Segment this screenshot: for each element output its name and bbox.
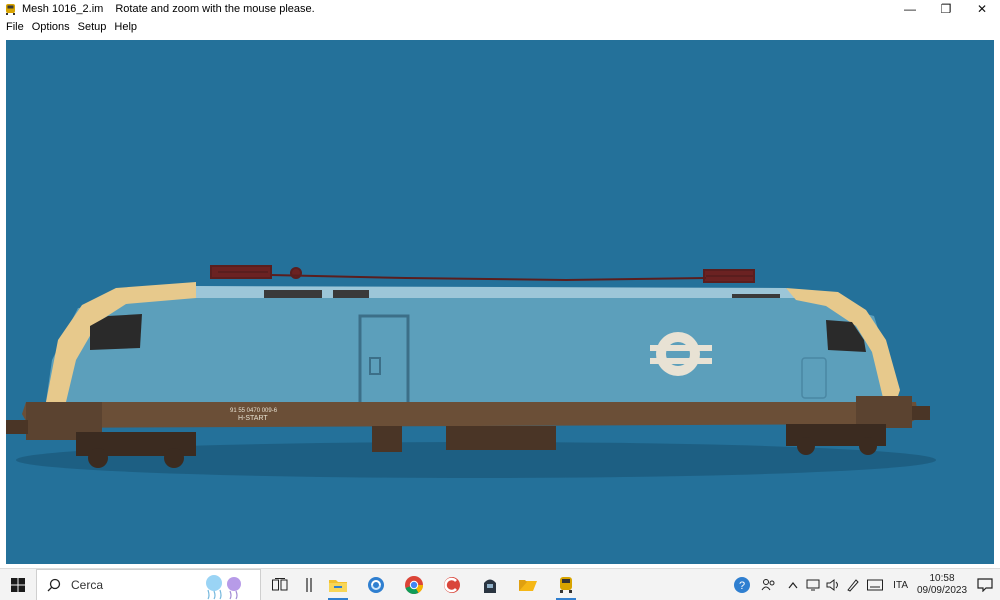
- clock-time: 10:58: [929, 573, 955, 584]
- locomotive-model: 91 55 0470 009-6 H-START: [6, 265, 936, 478]
- roof-cable: [270, 274, 707, 282]
- 3d-viewport[interactable]: 91 55 0470 009-6 H-START: [6, 40, 994, 564]
- pantograph-right: [703, 269, 755, 283]
- title-bar: Mesh 1016_2.im Rotate and zoom with the …: [0, 0, 1000, 18]
- underfloor-box: [372, 426, 402, 452]
- clock[interactable]: 10:58 09/09/2023: [914, 573, 970, 597]
- buffer-right: [912, 406, 930, 420]
- menu-options[interactable]: Options: [29, 21, 75, 33]
- window-title: Mesh 1016_2.im: [22, 3, 104, 15]
- buffer-left: [6, 420, 28, 434]
- search-placeholder: Cerca: [71, 577, 104, 592]
- menu-bar: File Options Setup Help: [0, 18, 1000, 36]
- locomotive-body: [46, 298, 898, 402]
- people-icon[interactable]: [755, 569, 783, 600]
- windows-start-button[interactable]: [0, 569, 36, 600]
- taskbar: Cerca ? ITA 10:58 09/09/2023: [0, 568, 1000, 600]
- volume-icon[interactable]: [823, 569, 843, 600]
- underframe: [22, 402, 918, 428]
- ccleaner-icon[interactable]: [433, 569, 471, 600]
- clock-date: 09/09/2023: [916, 585, 968, 596]
- menu-file[interactable]: File: [3, 21, 29, 33]
- keyboard-icon[interactable]: [863, 569, 887, 600]
- underfloor-tank: [446, 426, 556, 450]
- svg-text:?: ?: [739, 580, 745, 592]
- window-message: Rotate and zoom with the mouse please.: [115, 3, 315, 15]
- sync-app-icon[interactable]: [357, 569, 395, 600]
- language-indicator[interactable]: ITA: [893, 580, 908, 591]
- loco-number-text: 91 55 0470 009-6: [230, 408, 278, 414]
- chevron-up-icon[interactable]: [783, 569, 803, 600]
- close-button[interactable]: ✕: [964, 0, 1000, 18]
- pen-icon[interactable]: [843, 569, 863, 600]
- buffer-beam-right: [856, 396, 912, 428]
- menu-help[interactable]: Help: [111, 21, 142, 33]
- jellyfish-icon: [206, 574, 241, 599]
- restore-button[interactable]: ❐: [928, 0, 964, 18]
- loco-name-text: H-START: [238, 415, 268, 422]
- mesh-viewer-icon[interactable]: [547, 569, 585, 600]
- minimize-button[interactable]: —: [892, 0, 928, 18]
- search-icon: [47, 578, 61, 591]
- search-input[interactable]: Cerca: [36, 568, 261, 600]
- system-tray: ? ITA 10:58 09/09/2023: [729, 569, 1000, 600]
- folder-app-icon[interactable]: [509, 569, 547, 600]
- chrome-icon[interactable]: [395, 569, 433, 600]
- widgets-icon[interactable]: [299, 569, 319, 600]
- menu-setup[interactable]: Setup: [75, 21, 112, 33]
- task-view-icon[interactable]: [261, 569, 299, 600]
- help-app-icon[interactable]: ?: [729, 569, 755, 600]
- file-explorer-icon[interactable]: [319, 569, 357, 600]
- network-icon[interactable]: [803, 569, 823, 600]
- train-app-icon[interactable]: [471, 569, 509, 600]
- notification-icon[interactable]: [970, 569, 1000, 600]
- train-app-icon[interactable]: [3, 2, 17, 16]
- windows-logo-icon: [11, 577, 25, 592]
